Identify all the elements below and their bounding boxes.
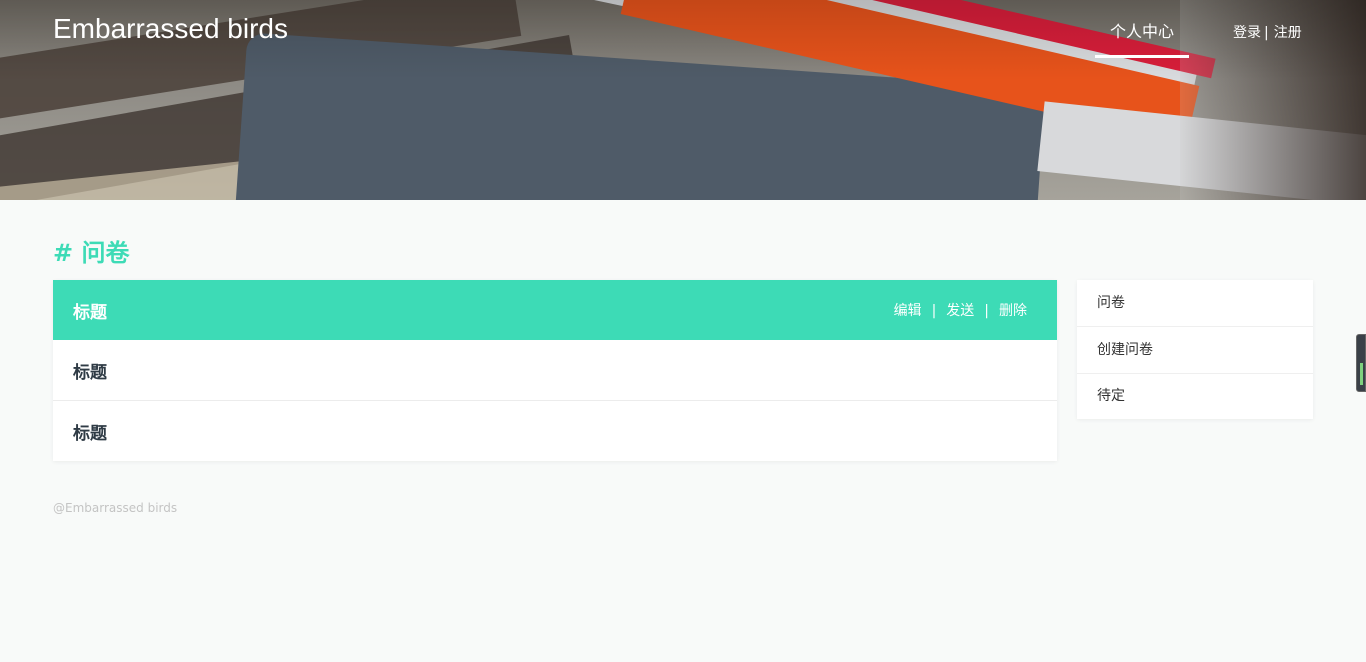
- delete-link[interactable]: 删除: [999, 300, 1027, 320]
- side-item-surveys[interactable]: 问卷: [1077, 280, 1313, 327]
- action-separator: |: [984, 303, 989, 319]
- send-link[interactable]: 发送: [946, 300, 974, 320]
- survey-title: 标题: [73, 423, 107, 444]
- edge-widget-handle[interactable]: [1356, 334, 1366, 392]
- edit-link[interactable]: 编辑: [894, 300, 922, 320]
- list-item[interactable]: 标题: [53, 401, 1057, 461]
- page-title: # 问卷: [53, 239, 130, 267]
- side-item-pending[interactable]: 待定: [1077, 374, 1313, 419]
- side-menu: 问卷 创建问卷 待定: [1077, 280, 1313, 419]
- survey-title: 标题: [73, 302, 107, 323]
- auth-links: 登录 | 注册: [1233, 22, 1302, 42]
- survey-list: 标题 编辑 | 发送 | 删除 标题 标题: [53, 280, 1057, 461]
- side-item-create-survey[interactable]: 创建问卷: [1077, 327, 1313, 374]
- nav-personal-center[interactable]: 个人中心: [1095, 18, 1189, 58]
- list-item[interactable]: 标题 编辑 | 发送 | 删除: [53, 280, 1057, 340]
- auth-separator: |: [1264, 25, 1269, 41]
- header-banner: Embarrassed birds 个人中心 登录 | 注册: [0, 0, 1366, 200]
- survey-title: 标题: [73, 362, 107, 383]
- site-brand[interactable]: Embarrassed birds: [53, 13, 288, 45]
- login-link[interactable]: 登录: [1233, 22, 1261, 42]
- row-actions: 编辑 | 发送 | 删除: [894, 300, 1027, 320]
- register-link[interactable]: 注册: [1274, 22, 1302, 42]
- action-separator: |: [931, 303, 937, 319]
- footer-text: @Embarrassed birds: [53, 501, 178, 515]
- list-item[interactable]: 标题: [53, 340, 1057, 401]
